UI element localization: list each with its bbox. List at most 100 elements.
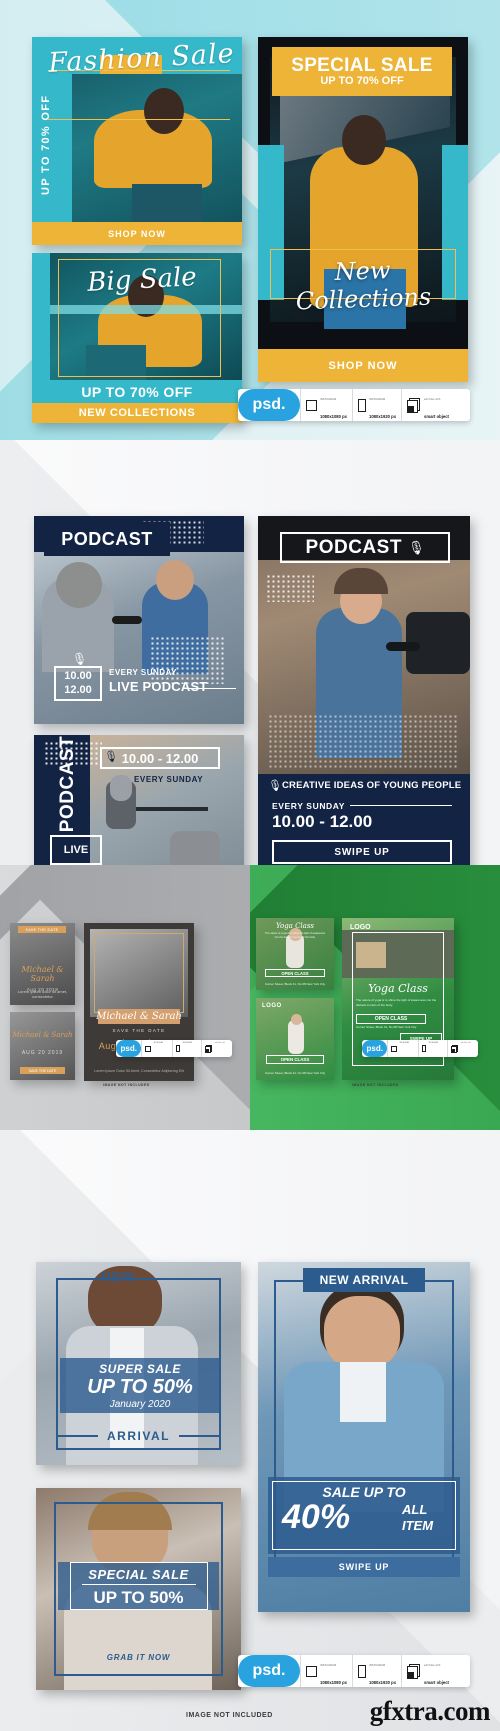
yoga-card-3-open-class: OPEN CLASS (356, 1014, 426, 1024)
badge-sub: edit files with (460, 1043, 471, 1045)
yoga-card-3-body: The nature of yoga is to shine the light… (356, 998, 437, 1007)
yoga-card-3-address: Corner Street, Block 41, No 08 New York … (356, 1025, 417, 1029)
badge-cell-smart-object: edit files with smart object (401, 1655, 454, 1687)
square-icon (306, 399, 317, 411)
square-icon (391, 1045, 398, 1052)
badge-cell-instagram-story: INSTAGRAM 1080x1920 px (417, 1040, 447, 1057)
badge-cell-smart-object: edit files with smart object (200, 1040, 232, 1057)
yoga-card-2-open-class: OPEN CLASS (266, 1055, 324, 1064)
smart-object-icon (407, 397, 421, 413)
divider (184, 688, 236, 689)
wedding-card-1-names: Michael & Sarah (21, 965, 64, 983)
badge-cell-instagram-post: INSTAGRAM 1080x1080 px (387, 1040, 417, 1057)
square-icon (306, 1665, 317, 1677)
badge-cell-instagram-story: INSTAGRAM 1080x1920 px (171, 1040, 201, 1057)
podcast-story-title-box: PODCAST 🎙 (280, 532, 450, 563)
badge-sub: INSTAGRAM (153, 1043, 164, 1045)
badge-sub: INSTAGRAM (182, 1043, 193, 1045)
portrait-icon (358, 398, 367, 412)
fashion-story-banner: SPECIAL SALE UP TO 70% OFF (272, 47, 452, 96)
watermark: gfxtra.com (369, 1696, 491, 1726)
wedding-card-1[interactable]: SAVE THE DATE Michael & Sarah Aug 20 201… (10, 923, 75, 1005)
podcast-post-1-main: LIVE PODCAST (109, 679, 208, 694)
wedding-card-3[interactable]: Michael & Sarah SAVE THE DATE Aug 20 201… (84, 923, 194, 1081)
badge-sub: INSTAGRAM (369, 397, 386, 401)
denim-post-1-tag: NEW (101, 1268, 135, 1284)
smart-object-icon (450, 1044, 459, 1053)
denim-post-2-footer: GRAB IT NOW (106, 1653, 171, 1662)
yoga-card-1-address: Corner Street, Block 41, No 08 New York … (264, 982, 326, 987)
denim-post-1-line2: UP TO 50% (87, 1376, 193, 1398)
fashion-post-1-cta[interactable]: SHOP NOW (32, 222, 242, 245)
time-bottom: 12.00 (64, 683, 92, 696)
yoga-card-2[interactable]: LOGO OPEN CLASS Corner Street, Block 41,… (256, 998, 334, 1080)
badge-sub: edit files with (424, 1663, 441, 1667)
badge-value: 1080x1080 px (320, 414, 348, 419)
badge-cell-smart-object: edit files with smart object (401, 389, 454, 421)
podcast-story-every: EVERY SUNDAY (272, 801, 346, 811)
podcast-story[interactable]: PODCAST 🎙 🎙 CREATIVE IDEAS OF YOUNG PEOP… (258, 516, 470, 880)
denim-story-all-item: ALL ITEM (402, 1502, 433, 1535)
yoga-card-1-title: Yoga Class (275, 922, 315, 930)
badge-cell-instagram-post: INSTAGRAM 1080x1080 px (300, 1655, 352, 1687)
fashion-story[interactable]: SPECIAL SALE UP TO 70% OFF New Collectio… (258, 37, 468, 382)
denim-story-all: ALL (402, 1502, 428, 1517)
smart-object-icon (204, 1044, 213, 1053)
denim-story-cta[interactable]: SWIPE UP (268, 1557, 460, 1577)
badge-cell-instagram-story: INSTAGRAM 1080x1920 px (352, 389, 401, 421)
podcast-post-2-time: 10.00 - 12.00 (100, 747, 220, 769)
wedding-card-3-note: Lorem Ipsum Dolor Sit Amet, Consectetur … (94, 1069, 184, 1073)
badge-sub: INSTAGRAM (320, 1663, 337, 1667)
fashion-post-2[interactable]: Big Sale UP TO 70% OFF NEW COLLECTIONS (32, 253, 242, 423)
denim-story-item: ITEM (402, 1518, 434, 1534)
section-fashion: Fashion Sale UP TO 70% OFF SHOP NOW Big … (0, 0, 500, 440)
psd-badge-yoga: psd. INSTAGRAM 1080x1080 px INSTAGRAM 10… (362, 1040, 478, 1057)
wedding-card-2-bar: SAVE THE DATE (20, 1067, 65, 1074)
podcast-post-1[interactable]: PODCAST 🎙 10.00 12.00 EVERY SUNDAY LIVE … (34, 516, 244, 724)
podcast-post-2-vertical: PODCAST (57, 735, 78, 833)
yoga-card-2-logo: LOGO (262, 1003, 282, 1009)
smart-object-icon (407, 1663, 421, 1679)
microphone-icon: 🎙 (104, 751, 118, 763)
denim-story[interactable]: NEW ARRIVAL SALE UP TO 40% ALL ITEM SWIP… (258, 1262, 470, 1612)
badge-sub: INSTAGRAM (399, 1043, 410, 1045)
podcast-story-cta[interactable]: SWIPE UP (272, 840, 452, 864)
psd-pill: psd. (238, 1655, 300, 1687)
podcast-post-1-tag: PODCAST (44, 522, 170, 556)
denim-post-1-line1: SUPER SALE (99, 1362, 181, 1376)
fashion-story-cta[interactable]: SHOP NOW (258, 349, 468, 382)
wedding-card-1-note: Lorem ipsum dolor sit amet, consectetur (17, 989, 68, 999)
badge-sub: INSTAGRAM (369, 1663, 386, 1667)
wedding-card-2[interactable]: Michael & Sarah AUG 20 2019 SAVE THE DAT… (10, 1012, 75, 1080)
badge-value: 1080x1920 px (369, 414, 397, 419)
wedding-card-3-save: SAVE THE DATE (112, 1028, 166, 1033)
denim-post-2-line2: UP TO 50% (93, 1588, 184, 1607)
portrait-icon (175, 1045, 181, 1052)
podcast-post-2[interactable]: PODCAST 10.00 - 12.00 🎙 EVERY SUNDAY LIV… (34, 735, 244, 880)
badge-sub: INSTAGRAM (320, 397, 337, 401)
fashion-story-headline: SPECIAL SALE (291, 54, 433, 76)
image-not-included-denim: IMAGE NOT INCLUDED (186, 1712, 273, 1719)
psd-pill: psd. (116, 1040, 142, 1057)
wedding-card-1-bar: SAVE THE DATE (18, 926, 66, 933)
yoga-card-1[interactable]: Yoga Class The nature of yoga is to shin… (256, 918, 334, 990)
denim-post-2-line1: SPECIAL SALE (88, 1567, 189, 1582)
podcast-story-time: 10.00 - 12.00 (272, 812, 373, 831)
psd-pill: psd. (362, 1040, 388, 1057)
fashion-post-1[interactable]: Fashion Sale UP TO 70% OFF SHOP NOW (32, 37, 242, 245)
fashion-story-subhead: UP TO 70% OFF (320, 75, 404, 88)
badge-value: 1080x1920 px (369, 1680, 397, 1685)
fashion-post-2-offer: UP TO 70% OFF (81, 384, 193, 400)
wedding-card-2-names: Michael & Sarah (12, 1031, 73, 1039)
denim-post-1[interactable]: NEW SUPER SALE UP TO 50% January 2020 AR… (36, 1262, 241, 1465)
yoga-card-3-logo: LOGO (350, 924, 371, 931)
denim-story-tag: NEW ARRIVAL (303, 1268, 425, 1292)
badge-cell-smart-object: edit files with smart object (446, 1040, 478, 1057)
square-icon (145, 1045, 152, 1052)
denim-post-2[interactable]: SPECIAL SALE UP TO 50% GRAB IT NOW (36, 1488, 241, 1690)
badge-value: 1080x1080 px (320, 1680, 348, 1685)
fashion-post-1-vertical-offer: UP TO 70% OFF (40, 94, 52, 195)
yoga-card-2-address: Corner Street, Block 41, No 08 New York … (264, 1071, 326, 1076)
fashion-post-2-cta[interactable]: NEW COLLECTIONS (32, 403, 242, 423)
microphone-icon: 🎙 (72, 652, 88, 666)
